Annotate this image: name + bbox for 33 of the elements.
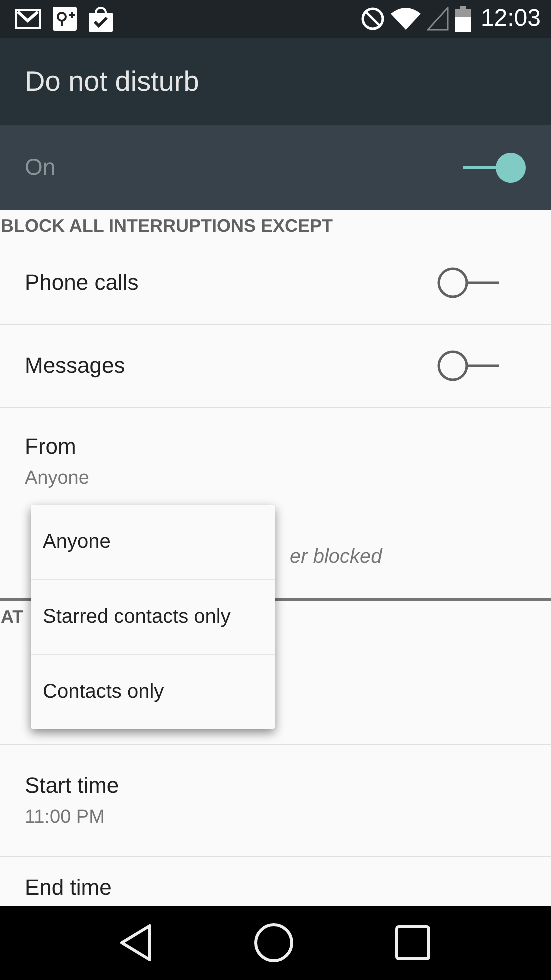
section-header: BLOCK ALL INTERRUPTIONS EXCEPT (0, 214, 334, 238)
menu-item[interactable]: Anyone (31, 505, 275, 580)
row-value: 11:00 PM (25, 806, 106, 828)
note-text: er blocked (290, 546, 382, 568)
section-header: AT (0, 606, 24, 628)
back-icon[interactable] (120, 924, 154, 962)
shopping-bag-icon (89, 6, 113, 32)
recent-apps-icon[interactable] (394, 925, 431, 961)
toggle-switch[interactable] (437, 350, 501, 382)
social-app-icon (53, 7, 77, 31)
do-not-disturb-icon (360, 7, 385, 31)
toggle-switch[interactable] (463, 152, 527, 184)
settings-row[interactable]: Messages (0, 325, 551, 408)
settings-row[interactable]: Phone calls (0, 242, 551, 325)
row-title: Start time (25, 772, 120, 798)
menu-item[interactable]: Contacts only (31, 655, 275, 729)
switch-label: On (25, 154, 56, 181)
menu-item[interactable]: Starred contacts only (31, 580, 275, 655)
wifi-icon (390, 8, 421, 30)
settings-row[interactable]: Start time 11:00 PM (0, 745, 551, 857)
row-title: End time (25, 875, 112, 901)
toggle-switch[interactable] (437, 267, 501, 299)
screen-title: Do not disturb (25, 66, 200, 98)
row-title: From (25, 434, 78, 460)
clock-time: 12:03 (480, 5, 541, 33)
row-title: Phone calls (25, 270, 139, 296)
home-icon[interactable] (254, 923, 294, 963)
row-title: Messages (25, 353, 126, 379)
row-value: Anyone (25, 468, 90, 490)
mail-icon (15, 9, 41, 29)
battery-icon (454, 6, 471, 32)
settings-row[interactable]: End time (0, 857, 551, 901)
signal-icon (426, 7, 449, 31)
